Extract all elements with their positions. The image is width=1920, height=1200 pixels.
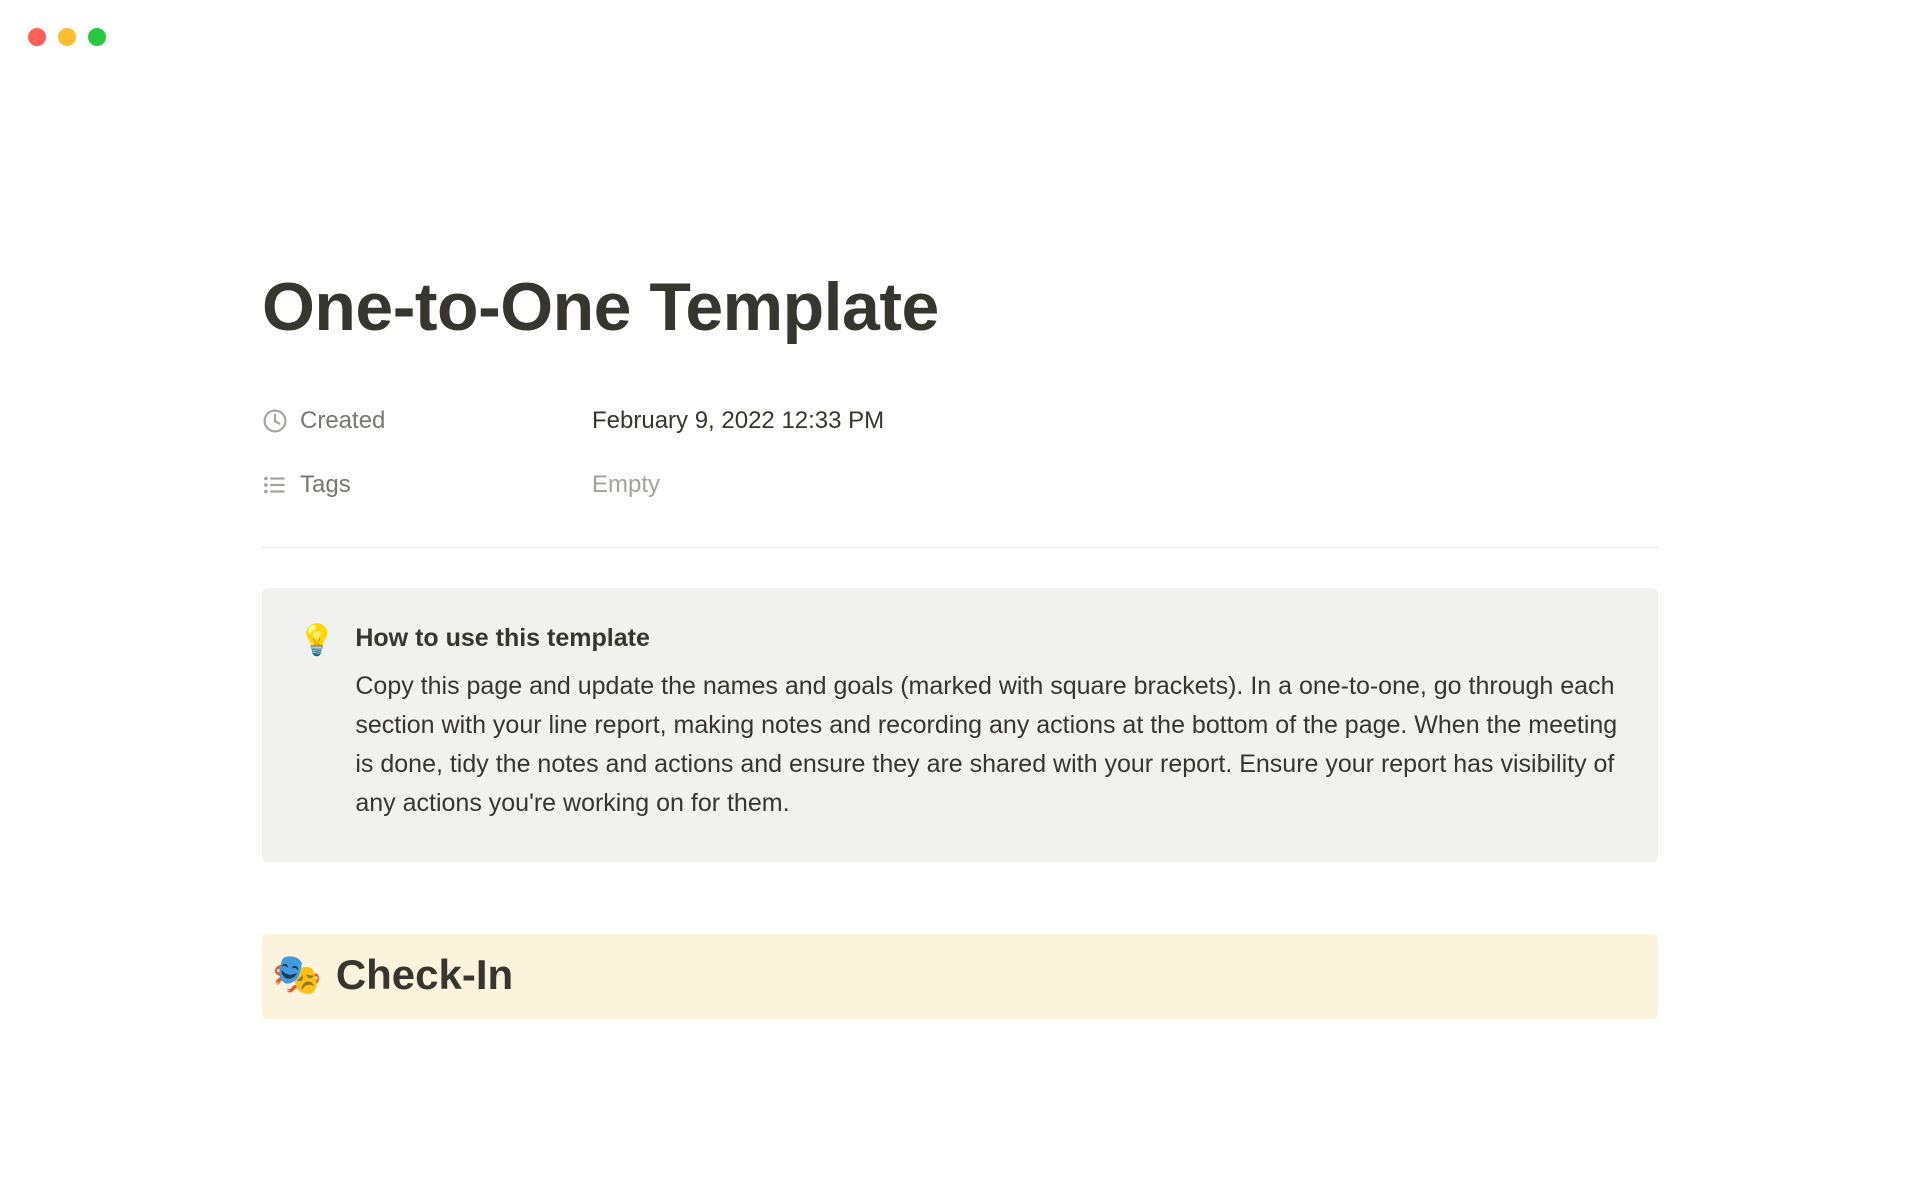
property-label-created: Created [262,407,592,435]
window-controls [28,28,106,46]
heading-checkin[interactable]: 🎭 Check-In [262,934,1658,1018]
list-icon [262,472,288,498]
masks-icon: 🎭 [272,955,322,995]
callout-content: How to use this template Copy this page … [355,620,1622,823]
heading-checkin-text: Check-In [336,950,513,1000]
callout-title: How to use this template [355,620,1622,658]
callout-body: Copy this page and update the names and … [355,667,1622,822]
property-label-tags: Tags [262,471,592,499]
property-value-created: February 9, 2022 12:33 PM [592,407,884,435]
callout-how-to-use[interactable]: 💡 How to use this template Copy this pag… [262,588,1658,863]
properties-divider [262,547,1658,548]
property-label-text-created: Created [300,407,385,435]
close-window-button[interactable] [28,28,46,46]
maximize-window-button[interactable] [88,28,106,46]
minimize-window-button[interactable] [58,28,76,46]
property-label-text-tags: Tags [300,471,351,499]
property-value-tags[interactable]: Empty [592,471,660,499]
clock-icon [262,408,288,434]
page-title[interactable]: One-to-One Template [262,270,1658,345]
property-created[interactable]: Created February 9, 2022 12:33 PM [262,407,1658,435]
lightbulb-icon: 💡 [298,620,335,823]
property-tags[interactable]: Tags Empty [262,471,1658,499]
page-content: One-to-One Template Created February 9, … [0,0,1920,1019]
page-properties: Created February 9, 2022 12:33 PM Tags [262,407,1658,499]
